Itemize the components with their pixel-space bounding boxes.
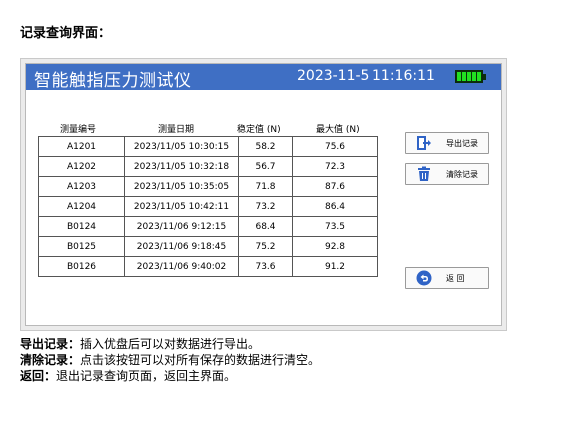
description-back-term: 返回： xyxy=(20,369,57,383)
cell-stable: 73.6 xyxy=(238,256,293,277)
cell-stable: 68.4 xyxy=(238,216,293,237)
cell-stable: 71.8 xyxy=(238,176,293,197)
description-export-text: 插入优盘后可以对数据进行导出。 xyxy=(80,337,261,351)
cell-max: 72.3 xyxy=(292,156,378,177)
cell-stable: 58.2 xyxy=(238,136,293,157)
table-row: A1201 2023/11/05 10:30:15 58.2 75.6 xyxy=(38,136,378,157)
table-row: A1202 2023/11/05 10:32:18 56.7 72.3 xyxy=(38,156,378,177)
clear-records-label: 清除记录 xyxy=(446,170,478,179)
cell-max: 86.4 xyxy=(292,196,378,217)
device-screen: 智能触指压力测试仪 2023-11-5 11:16:11 测量编号 测量日期 稳… xyxy=(25,63,502,326)
back-arrow-icon xyxy=(416,270,432,286)
time-display: 11:16:11 xyxy=(372,68,435,84)
table-row: A1204 2023/11/05 10:42:11 73.2 86.4 xyxy=(38,196,378,217)
description-export-term: 导出记录： xyxy=(20,337,81,351)
cell-max: 87.6 xyxy=(292,176,378,197)
trash-icon xyxy=(418,166,430,181)
table-row: A1203 2023/11/05 10:35:05 71.8 87.6 xyxy=(38,176,378,197)
table-row: B0126 2023/11/06 9:40:02 73.6 91.2 xyxy=(38,256,378,277)
cell-date: 2023/11/05 10:35:05 xyxy=(124,176,239,197)
app-title: 智能触指压力测试仪 xyxy=(34,71,192,91)
cell-max: 75.6 xyxy=(292,136,378,157)
cell-id: A1201 xyxy=(38,136,125,157)
cell-max: 92.8 xyxy=(292,236,378,257)
cell-max: 91.2 xyxy=(292,256,378,277)
cell-date: 2023/11/05 10:30:15 xyxy=(124,136,239,157)
battery-full-icon xyxy=(455,70,483,83)
cell-date: 2023/11/05 10:32:18 xyxy=(124,156,239,177)
cell-id: A1202 xyxy=(38,156,125,177)
cell-id: A1203 xyxy=(38,176,125,197)
description-back-text: 退出记录查询页面，返回主界面。 xyxy=(56,369,237,383)
cell-date: 2023/11/06 9:12:15 xyxy=(124,216,239,237)
description-clear-text: 点击该按钮可以对所有保存的数据进行清空。 xyxy=(80,353,321,367)
column-header-max: 最大值 (N) xyxy=(316,125,360,135)
battery-tip xyxy=(483,74,486,80)
cell-max: 73.5 xyxy=(292,216,378,237)
cell-stable: 56.7 xyxy=(238,156,293,177)
records-table: A1201 2023/11/05 10:30:15 58.2 75.6 A1202 202… xyxy=(38,136,378,277)
cell-date: 2023/11/06 9:40:02 xyxy=(124,256,239,277)
description-clear-term: 清除记录： xyxy=(20,353,81,367)
cell-id: B0124 xyxy=(38,216,125,237)
table-row: B0124 2023/11/06 9:12:15 68.4 73.5 xyxy=(38,216,378,237)
clear-records-button[interactable]: 清除记录 xyxy=(405,163,489,185)
cell-date: 2023/11/06 9:18:45 xyxy=(124,236,239,257)
column-header-stable: 稳定值 (N) xyxy=(237,125,281,135)
cell-id: B0126 xyxy=(38,256,125,277)
cell-id: B0125 xyxy=(38,236,125,257)
export-icon xyxy=(417,136,431,150)
page-heading: 记录查询界面： xyxy=(20,26,112,41)
back-button[interactable]: 返 回 xyxy=(405,267,489,289)
cell-stable: 73.2 xyxy=(238,196,293,217)
column-header-date: 测量日期 xyxy=(158,125,195,135)
cell-date: 2023/11/05 10:42:11 xyxy=(124,196,239,217)
column-header-id: 测量编号 xyxy=(60,125,97,135)
date-display: 2023-11-5 xyxy=(297,68,370,84)
back-label: 返 回 xyxy=(446,274,465,283)
description-back: 返回：退出记录查询页面，返回主界面。 xyxy=(20,369,236,384)
device-panel: 智能触指压力测试仪 2023-11-5 11:16:11 测量编号 测量日期 稳… xyxy=(20,58,507,331)
export-records-button[interactable]: 导出记录 xyxy=(405,132,489,154)
cell-stable: 75.2 xyxy=(238,236,293,257)
title-bar: 智能触指压力测试仪 2023-11-5 11:16:11 xyxy=(26,64,501,91)
table-row: B0125 2023/11/06 9:18:45 75.2 92.8 xyxy=(38,236,378,257)
export-records-label: 导出记录 xyxy=(446,139,478,148)
cell-id: A1204 xyxy=(38,196,125,217)
description-export: 导出记录：插入优盘后可以对数据进行导出。 xyxy=(20,337,260,352)
description-clear: 清除记录：点击该按钮可以对所有保存的数据进行清空。 xyxy=(20,353,320,368)
